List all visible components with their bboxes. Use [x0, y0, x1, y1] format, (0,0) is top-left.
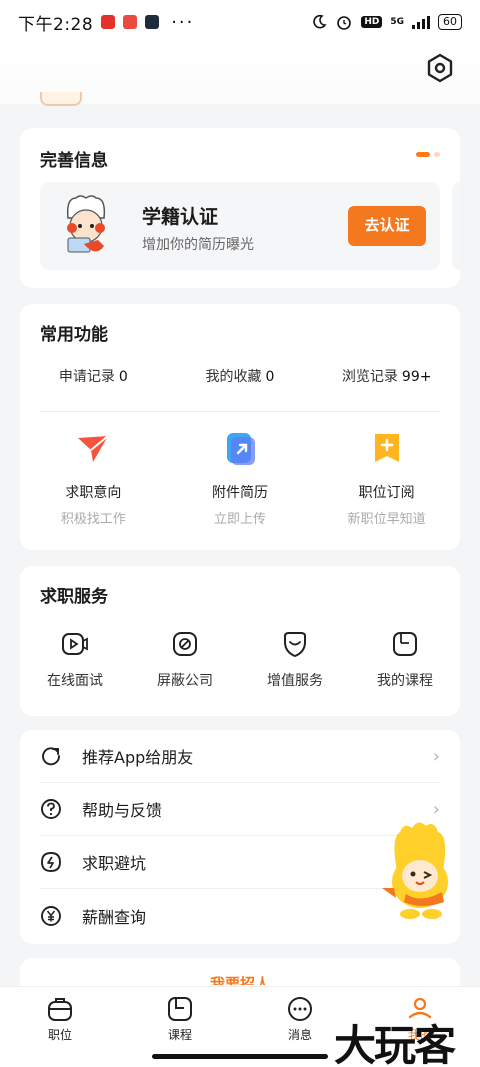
heart-shield-icon	[284, 632, 306, 658]
stat-label: 我的收藏	[205, 369, 262, 385]
tab-label: 消息	[287, 1028, 312, 1042]
help-icon	[41, 799, 61, 819]
chevron-right-icon: ›	[432, 798, 440, 820]
briefcase-icon	[48, 998, 72, 1021]
divider	[40, 411, 440, 412]
feature-desc: 新职位早知道	[347, 512, 426, 527]
feature-attachment-resume[interactable]: 附件简历 立即上传	[167, 428, 314, 527]
tab-jobs[interactable]: 职位	[0, 987, 120, 1067]
course-icon	[168, 997, 192, 1021]
complete-info-title: 完善信息	[40, 151, 108, 171]
service-label: 在线面试	[47, 673, 103, 689]
video-icon	[62, 633, 88, 655]
service-label: 我的课程	[377, 673, 433, 689]
moon-icon	[313, 14, 327, 29]
list-item-label: 薪酬查询	[82, 907, 147, 927]
alarm-icon	[337, 16, 352, 30]
feature-desc: 积极找工作	[60, 512, 126, 527]
service-label: 屏蔽公司	[157, 673, 213, 689]
service-label: 增值服务	[267, 673, 323, 689]
alert-icon	[41, 852, 61, 872]
list-item-recommend-app[interactable]: 推荐App给朋友 ›	[40, 730, 440, 783]
yen-icon	[41, 905, 61, 926]
go-verify-button[interactable]: 去认证	[348, 206, 426, 246]
profile-peek	[40, 92, 82, 106]
book-icon	[393, 632, 417, 656]
hd-icon: HD	[361, 16, 383, 28]
list-item-label: 求职避坑	[82, 854, 147, 873]
settings-gear-icon[interactable]	[424, 52, 456, 84]
mascot-icon	[66, 195, 106, 253]
common-functions-card: 常用功能 申请记录 0 我的收藏 0 浏览记录 99+ 求职意向 积极找工作 附件简历…	[20, 304, 460, 550]
stat-value: 99+	[401, 369, 432, 385]
list-item-label: 帮助与反馈	[82, 801, 163, 820]
feature-name: 职位订阅	[358, 485, 415, 501]
home-indicator[interactable]	[152, 1054, 328, 1059]
feature-desc: 立即上传	[214, 512, 267, 527]
feature-job-intention[interactable]: 求职意向 积极找工作	[20, 428, 167, 527]
stat-value: 0	[118, 369, 128, 385]
stat-applications[interactable]: 申请记录 0	[20, 366, 167, 386]
share-icon	[42, 747, 60, 766]
signal-icon	[412, 15, 430, 29]
service-online-interview[interactable]: 在线面试	[20, 630, 130, 690]
message-icon	[288, 997, 312, 1021]
verify-subtitle: 增加你的简历曝光	[142, 237, 254, 253]
notification-app-icon	[145, 15, 160, 29]
notification-app-icon	[101, 15, 116, 29]
status-time: 下午2:28	[18, 14, 94, 35]
battery-level: 60	[438, 14, 462, 30]
carousel-indicator	[416, 152, 440, 157]
more-notifications-icon: ···	[171, 11, 195, 33]
network-type: 5G	[390, 17, 404, 27]
complete-info-card: 完善信息 学籍认证 增加你的简历曝光 去认证	[20, 128, 460, 288]
next-slide-peek	[452, 182, 460, 270]
send-icon	[78, 435, 109, 462]
common-functions-title: 常用功能	[40, 325, 108, 345]
floating-mascot-icon[interactable]	[376, 818, 460, 920]
feature-name: 求职意向	[65, 485, 122, 501]
tab-label: 课程	[167, 1028, 192, 1042]
student-verify-banner[interactable]: 学籍认证 增加你的简历曝光 去认证	[40, 182, 440, 270]
recruit-text: 我要招人	[209, 975, 270, 985]
service-value-added[interactable]: 增值服务	[240, 630, 350, 690]
list-item-label: 推荐App给朋友	[82, 748, 194, 767]
feature-job-subscription[interactable]: 职位订阅 新职位早知道	[313, 428, 460, 527]
stat-history[interactable]: 浏览记录 99+	[313, 366, 460, 386]
service-my-courses[interactable]: 我的课程	[350, 630, 460, 690]
stat-label: 浏览记录	[341, 369, 398, 385]
subscribe-icon	[374, 434, 399, 462]
stat-favorites[interactable]: 我的收藏 0	[167, 366, 314, 386]
status-bar: 下午2:28 ··· HD 5G 60	[0, 0, 480, 44]
watermark: 大玩客	[334, 1021, 456, 1067]
notification-app-icon	[123, 15, 138, 29]
verify-title: 学籍认证	[142, 206, 219, 228]
stat-value: 0	[265, 369, 275, 385]
stat-label: 申请记录	[58, 369, 115, 385]
job-services-title: 求职服务	[40, 587, 108, 607]
service-block-company[interactable]: 屏蔽公司	[130, 630, 240, 690]
block-icon	[173, 632, 197, 656]
upload-icon	[227, 433, 255, 465]
job-services-card: 求职服务 在线面试 屏蔽公司 增值服务 我的课程	[20, 566, 460, 716]
chevron-right-icon: ›	[432, 745, 440, 767]
feature-name: 附件简历	[212, 485, 268, 501]
tab-label: 职位	[47, 1028, 72, 1042]
